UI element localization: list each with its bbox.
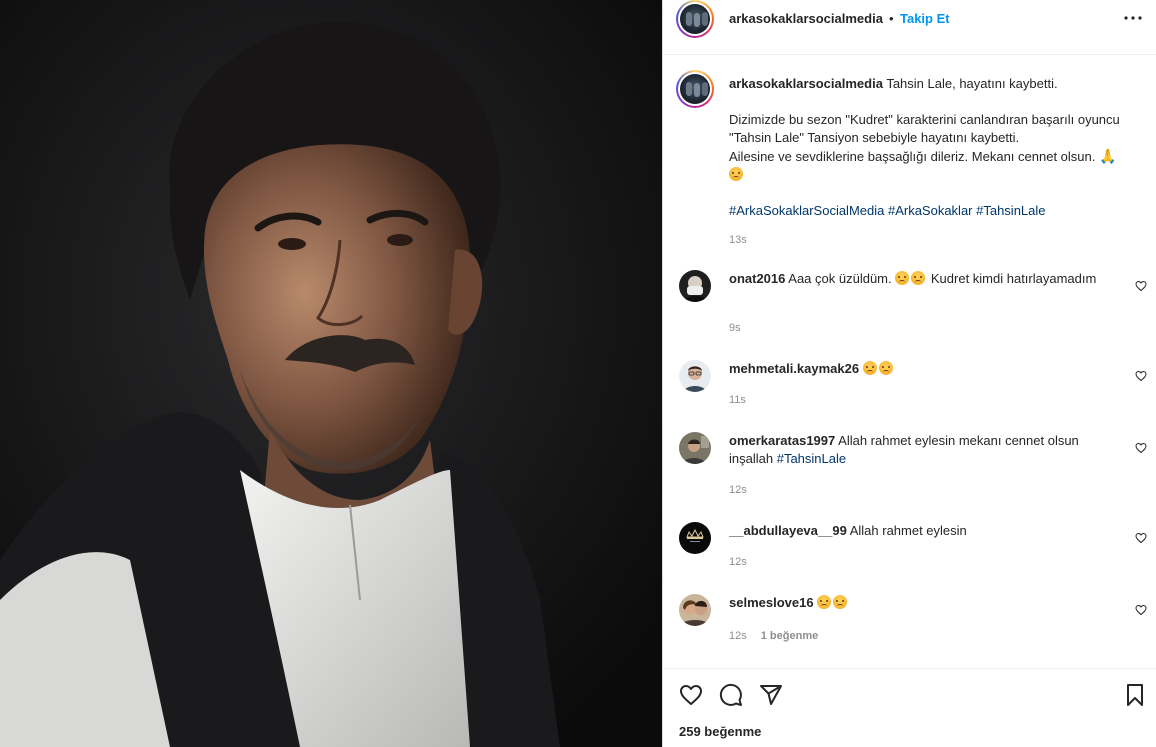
sad-emoji	[729, 167, 743, 181]
comment-text: selmeslove16	[729, 594, 1119, 612]
comment-hashtag[interactable]: #TahsinLale	[777, 451, 846, 466]
comment-timestamp[interactable]: 12s	[729, 484, 747, 496]
caption-paragraph-a: Dizimizde bu sezon "Kudret" karakterini …	[729, 112, 1120, 145]
follow-button[interactable]: Takip Et	[900, 11, 950, 26]
comment-like-count[interactable]: 1 beğenme	[761, 630, 818, 642]
comment-meta: 12s 1 beğenme	[729, 630, 818, 642]
post-side-panel: arkasokaklarsocialmedia • Takip Et arkas…	[662, 0, 1156, 747]
sad-emoji	[911, 271, 926, 285]
actions-divider	[663, 668, 1156, 669]
comment-username[interactable]: mehmetali.kaymak26	[729, 361, 859, 376]
sad-emoji	[833, 595, 848, 609]
caption-username[interactable]: arkasokaklarsocialmedia	[729, 76, 883, 91]
caption-headline: Tahsin Lale, hayatını kaybetti.	[886, 76, 1058, 91]
sad-emoji	[878, 361, 893, 375]
comment-timestamp[interactable]: 12s	[729, 630, 747, 642]
caption-text: arkasokaklarsocialmedia Tahsin Lale, hay…	[729, 75, 1145, 220]
commenter-avatar[interactable]	[679, 594, 711, 626]
comment-username[interactable]: omerkaratas1997	[729, 433, 835, 448]
commenter-avatar[interactable]	[679, 432, 711, 464]
caption-hashtags[interactable]: #ArkaSokaklarSocialMedia #ArkaSokaklar #…	[729, 202, 1145, 220]
heart-icon[interactable]	[679, 683, 703, 707]
comment-username[interactable]: __abdullayeva__99	[729, 523, 847, 538]
comment-meta: 12s	[729, 484, 747, 496]
comment-meta: 9s	[729, 322, 741, 334]
comment-like-heart-icon[interactable]	[1135, 604, 1147, 616]
comment-body: Allah rahmet eylesin	[849, 523, 967, 538]
comment-text: omerkaratas1997 Allah rahmet eylesin mek…	[729, 432, 1119, 468]
comment-like-heart-icon[interactable]	[1135, 442, 1147, 454]
caption-author-avatar[interactable]	[676, 70, 714, 108]
comment-username[interactable]: selmeslove16	[729, 595, 814, 610]
paper-plane-icon[interactable]	[759, 683, 783, 707]
comment-text: __abdullayeva__99 Allah rahmet eylesin	[729, 522, 1119, 540]
author-avatar[interactable]	[676, 0, 714, 38]
commenter-avatar[interactable]	[679, 360, 711, 392]
comment-username[interactable]: onat2016	[729, 271, 785, 286]
praying-hands-emoji: 🙏	[1099, 148, 1117, 164]
post-like-count[interactable]: 259 beğenme	[679, 724, 761, 739]
comment-meta: 12s	[729, 556, 747, 568]
comment-timestamp[interactable]: 12s	[729, 556, 747, 568]
bookmark-icon[interactable]	[1123, 683, 1147, 707]
post-header: arkasokaklarsocialmedia • Takip Et	[663, 0, 1156, 38]
post-photo[interactable]	[0, 0, 662, 747]
author-username[interactable]: arkasokaklarsocialmedia	[729, 11, 883, 26]
commenter-avatar[interactable]	[679, 270, 711, 302]
post-photo-image	[0, 0, 662, 747]
separator-dot: •	[889, 11, 894, 26]
comment-text: mehmetali.kaymak26	[729, 360, 1119, 378]
comment-timestamp[interactable]: 9s	[729, 322, 741, 334]
comment-body: Aaa çok üzüldüm.	[788, 271, 892, 286]
header-divider	[663, 54, 1156, 55]
sad-emoji	[895, 271, 910, 285]
comment-body-end: Kudret kimdi hatırlayamadım	[930, 271, 1097, 286]
comment-text: onat2016 Aaa çok üzüldüm. Kudret kimdi h…	[729, 270, 1119, 288]
comment-like-heart-icon[interactable]	[1135, 532, 1147, 544]
caption-paragraph-b: Ailesine ve sevdiklerine başsağlığı dile…	[729, 149, 1096, 164]
comment-like-heart-icon[interactable]	[1135, 280, 1147, 292]
comment-like-heart-icon[interactable]	[1135, 370, 1147, 382]
comment-timestamp[interactable]: 11s	[729, 394, 746, 406]
sad-emoji	[862, 361, 877, 375]
more-horizontal-icon[interactable]	[1123, 10, 1143, 26]
comment-icon[interactable]	[719, 683, 743, 707]
caption-timestamp[interactable]: 13s	[729, 234, 747, 246]
sad-emoji	[817, 595, 832, 609]
comment-meta: 11s	[729, 394, 746, 406]
commenter-avatar[interactable]	[679, 522, 711, 554]
